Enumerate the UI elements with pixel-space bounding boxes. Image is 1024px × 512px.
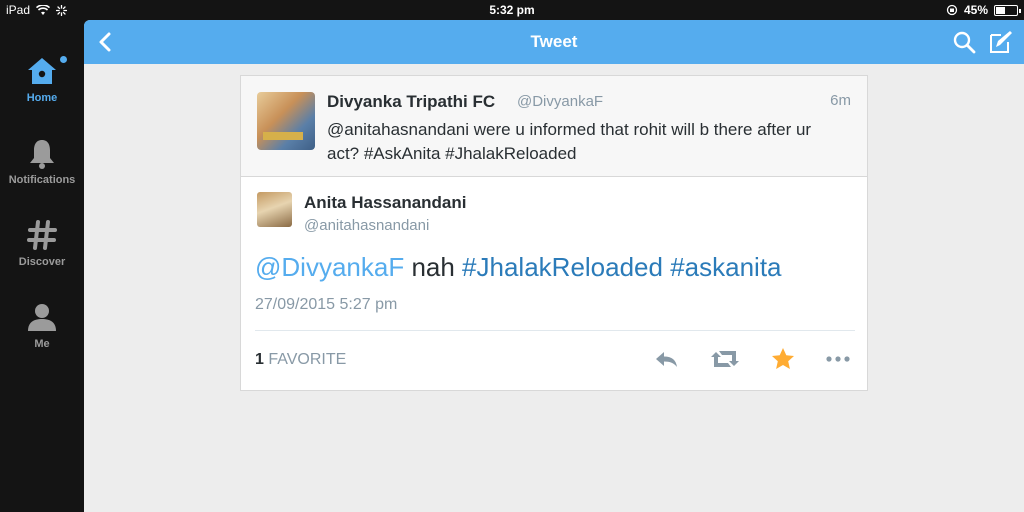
tweet-timestamp: 27/09/2015 5:27 pm [255,296,398,313]
more-options-icon[interactable] [823,346,853,372]
bell-icon [30,140,54,169]
hashtag-icon [27,220,57,250]
sidebar-item-label: Discover [18,256,66,268]
sidebar-item-label: Home [26,92,58,104]
compose-icon[interactable] [988,29,1014,55]
hashtag-link[interactable]: #askanita [670,252,781,282]
sidebar-item-notifications[interactable]: Notifications [0,136,84,186]
tweet-text: @DivyankaF nah #JhalakReloaded #askanita [255,252,782,283]
author-name[interactable]: Divyanka Tripathi FC [327,92,495,112]
tweet-card: Divyanka Tripathi FC @DivyankaF 6m @anit… [240,75,868,391]
author-handle: @anitahasnandani [304,217,430,234]
avatar[interactable] [257,192,292,227]
home-icon [28,58,56,84]
rotation-lock-icon [946,4,958,16]
hashtag-link[interactable]: #JhalakReloaded [462,252,663,282]
sidebar-item-discover[interactable]: Discover [0,218,84,268]
author-name[interactable]: Anita Hassanandani [304,193,467,213]
divider [255,330,855,331]
sidebar-item-label: Me [34,338,50,350]
tweet-time: 6m [830,92,851,109]
favorite-count-label: FAVORITE [268,351,347,368]
sidebar-item-label: Notifications [8,174,76,186]
page-title: Tweet [530,32,578,51]
favorite-count[interactable]: 1 FAVORITE [255,351,346,369]
main-panel: Tweet Divyanka Tripathi FC @DivyankaF 6m… [84,20,1024,512]
star-icon[interactable] [769,346,797,372]
sidebar: Home Notifications Discover Me [0,20,84,512]
search-icon[interactable] [952,30,976,54]
author-handle: @DivyankaF [517,93,604,110]
unread-dot [60,56,67,63]
avatar[interactable] [257,92,315,150]
sidebar-item-home[interactable]: Home [0,54,84,104]
tweet-text: @anitahasnandani were u informed that ro… [327,120,812,163]
favorite-count-number: 1 [255,351,264,368]
status-time: 5:32 pm [489,3,535,17]
parent-tweet[interactable]: Divyanka Tripathi FC @DivyankaF 6m @anit… [241,76,867,177]
mention-link[interactable]: @DivyankaF [255,252,404,282]
reply-icon[interactable] [653,346,681,372]
status-bar: iPad 5:32 pm 45% [0,0,1024,20]
battery-percent: 45% [963,3,988,17]
sidebar-item-me[interactable]: Me [0,300,84,350]
navigation-bar: Tweet [84,20,1024,64]
retweet-icon[interactable] [709,346,741,372]
person-icon [28,304,56,331]
tweet-plain-text: nah [404,252,463,282]
battery-icon [994,4,1021,16]
